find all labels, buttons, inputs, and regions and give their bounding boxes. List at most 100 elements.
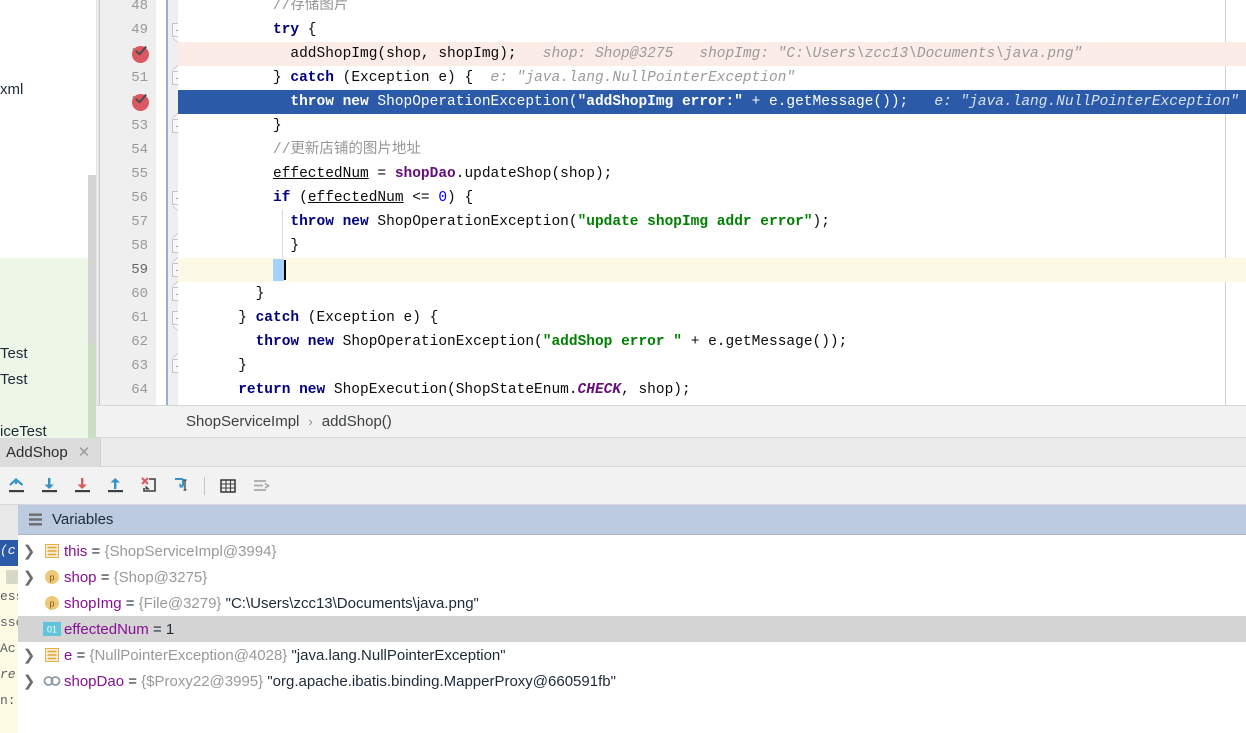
variable-type: {Shop@3275} bbox=[113, 568, 208, 586]
variable-type: {$Proxy22@3995} bbox=[141, 672, 264, 690]
run-to-cursor-icon bbox=[174, 477, 186, 491]
run-tab-addshop[interactable]: AddShop ✕ bbox=[0, 438, 102, 467]
close-icon[interactable]: ✕ bbox=[78, 445, 91, 460]
code-token: .updateShop(shop); bbox=[455, 166, 613, 182]
chevron-right-icon[interactable]: ❯ bbox=[18, 542, 40, 560]
background-lower-line-1: (c bbox=[0, 543, 16, 558]
code-token: try bbox=[273, 22, 300, 38]
variable-row[interactable]: p shopImg = {File@3279} "C:\Users\zcc13\D… bbox=[18, 590, 1246, 616]
variables-list[interactable]: ❯ this = {ShopServiceImpl@3994} ❯ p shop = {… bbox=[18, 535, 1246, 733]
background-scrollbar-thumb[interactable] bbox=[88, 175, 96, 343]
variable-row[interactable]: ❯ e = {NullPointerException@4028} "java.l… bbox=[18, 642, 1246, 668]
code-line-text: } catch (Exception e) { e: "java.lang.Nu… bbox=[273, 66, 795, 90]
evaluate-expression-button[interactable] bbox=[211, 472, 244, 500]
code-token: { bbox=[299, 22, 317, 38]
code-token: 0 bbox=[438, 190, 448, 206]
variable-text: shopImg = {File@3279} "C:\Users\zcc13\Do… bbox=[64, 595, 479, 612]
code-token: } bbox=[290, 238, 300, 254]
object-icon bbox=[45, 544, 59, 558]
variable-row[interactable]: ❯ this = {ShopServiceImpl@3994} bbox=[18, 538, 1246, 564]
variable-value: "java.lang.NullPointerException" bbox=[287, 646, 506, 664]
variable-text: this = {ShopServiceImpl@3994} bbox=[64, 543, 276, 560]
variable-row[interactable]: 01 effectedNum = 1 bbox=[18, 616, 1246, 642]
breakpoint-icon[interactable] bbox=[132, 43, 149, 63]
code-token: addShopImg(shop, shopImg); bbox=[290, 46, 517, 62]
primitive-icon: 01 bbox=[43, 622, 61, 636]
run-tab-label: AddShop bbox=[6, 444, 68, 461]
object-icon bbox=[45, 648, 59, 662]
code-token: throw new bbox=[255, 334, 334, 350]
variable-equals: = bbox=[72, 646, 90, 664]
debugger-frames-toggle-strip[interactable]: →• bbox=[0, 505, 18, 541]
background-lower-line-4: Ac bbox=[0, 641, 16, 656]
breakpoint-verified-check-icon bbox=[135, 91, 147, 104]
breadcrumb[interactable]: ShopServiceImpl › addShop() bbox=[96, 405, 1246, 438]
code-line-text: //存储图片 bbox=[273, 0, 348, 18]
step-into-button[interactable] bbox=[66, 472, 99, 500]
code-editor[interactable]: 4849505152535455565758596061626364 //存储图… bbox=[96, 0, 1246, 405]
variable-equals: = bbox=[121, 594, 139, 612]
code-line-text: if (effectedNum <= 0) { bbox=[273, 186, 473, 210]
variable-name: this bbox=[64, 542, 88, 560]
code-line-text: return new ShopExecution(ShopStateEnum.C… bbox=[238, 378, 691, 402]
step-over-button[interactable] bbox=[33, 472, 66, 500]
chevron-right-icon[interactable]: ❯ bbox=[18, 646, 40, 664]
code-token: ); bbox=[812, 214, 830, 230]
variable-type: {NullPointerException@4028} bbox=[89, 646, 288, 664]
background-item-1: Test bbox=[0, 345, 28, 362]
code-token: ) { bbox=[447, 190, 474, 206]
variable-name: shop bbox=[64, 568, 97, 586]
breadcrumb-method[interactable]: addShop() bbox=[322, 413, 392, 430]
variable-text: e = {NullPointerException@4028} "java.la… bbox=[64, 647, 506, 664]
code-token: //存储图片 bbox=[273, 0, 349, 14]
inline-watches-icon bbox=[253, 479, 270, 491]
code-token: } bbox=[238, 358, 247, 374]
code-line-row[interactable] bbox=[178, 258, 1246, 282]
variable-text: shopDao = {$Proxy22@3995} "org.apache.ib… bbox=[64, 673, 616, 690]
code-token: } bbox=[238, 310, 256, 326]
indent-guide bbox=[282, 210, 284, 234]
code-token: ShopOperationException( bbox=[368, 94, 578, 110]
variables-icon bbox=[29, 513, 42, 526]
run-to-cursor-button[interactable] bbox=[165, 472, 198, 500]
code-token: ShopOperationException( bbox=[368, 214, 578, 230]
code-line-row[interactable] bbox=[178, 354, 1246, 378]
code-line-text: } bbox=[238, 354, 247, 378]
code-token: + e.getMessage()); bbox=[682, 334, 848, 350]
breakpoint-icon[interactable] bbox=[132, 91, 149, 111]
debug-toolbar bbox=[0, 467, 1246, 505]
variable-row[interactable]: ❯ p shop = {Shop@3275} bbox=[18, 564, 1246, 590]
code-token: effectedNum bbox=[273, 166, 369, 182]
force-step-into-button[interactable] bbox=[132, 472, 165, 500]
code-token: ( bbox=[290, 190, 308, 206]
code-token: e: "java.lang.NullPointerException" bbox=[473, 70, 796, 86]
variables-panel-header[interactable]: Variables bbox=[18, 505, 1246, 535]
code-line-row[interactable] bbox=[178, 234, 1246, 258]
svg-text:p: p bbox=[49, 573, 54, 583]
variable-equals: = bbox=[96, 568, 114, 586]
variable-value: "C:\Users\zcc13\Documents\java.png" bbox=[221, 594, 479, 612]
code-text-area[interactable]: //存储图片 try {addShopImg(shop, shopImg); sh… bbox=[178, 0, 1246, 405]
code-line-text: } bbox=[273, 114, 282, 138]
code-line-text: effectedNum = shopDao.updateShop(shop); bbox=[273, 162, 612, 186]
code-line-text: //更新店铺的图片地址 bbox=[273, 138, 421, 162]
code-line-row[interactable] bbox=[178, 114, 1246, 138]
breakpoint-gutter[interactable] bbox=[128, 0, 166, 405]
code-line-row[interactable] bbox=[178, 282, 1246, 306]
step-out-button[interactable] bbox=[99, 472, 132, 500]
parameter-icon: p bbox=[40, 595, 64, 611]
background-scrollbar-thumb-lower[interactable] bbox=[88, 343, 96, 441]
code-line-text: } bbox=[290, 234, 299, 258]
breadcrumb-class[interactable]: ShopServiceImpl bbox=[186, 413, 299, 430]
variable-row[interactable]: ❯ shopDao = {$Proxy22@3995} "org.apache.i… bbox=[18, 668, 1246, 694]
chevron-right-icon[interactable]: ❯ bbox=[18, 672, 40, 690]
show-execution-point-button[interactable] bbox=[0, 472, 33, 500]
code-token: //更新店铺的图片地址 bbox=[273, 142, 421, 158]
inline-watches-button[interactable] bbox=[244, 472, 277, 500]
parameter-icon: p bbox=[45, 596, 59, 610]
code-line-row[interactable] bbox=[178, 18, 1246, 42]
svg-text:01: 01 bbox=[47, 625, 57, 635]
chevron-right-icon[interactable]: ❯ bbox=[18, 568, 40, 586]
code-token: effectedNum bbox=[307, 190, 404, 206]
code-token: e: "java.lang.NullPointerException" bbox=[908, 94, 1239, 110]
